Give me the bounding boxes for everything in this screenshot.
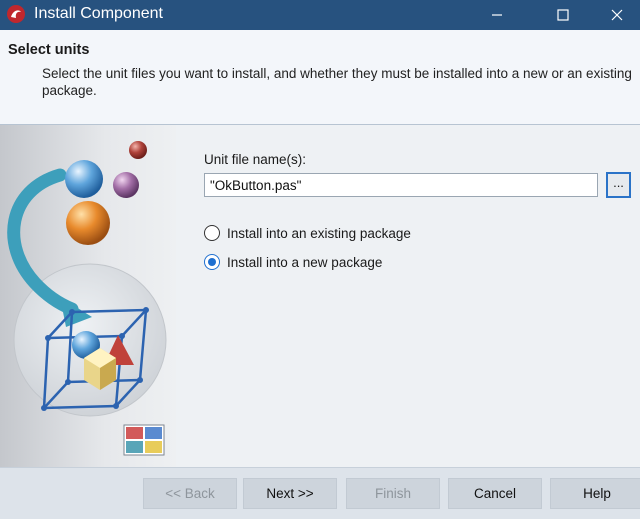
wizard-header: Select units Select the unit files you w… [0, 30, 640, 125]
back-button[interactable]: << Back [143, 478, 237, 509]
help-button[interactable]: Help [550, 478, 640, 509]
wizard-illustration [0, 125, 176, 467]
wizard-footer: << Back Next >> Finish Cancel Help [0, 467, 640, 519]
unit-file-label: Unit file name(s): [204, 152, 307, 167]
title-bar: Install Component [0, 0, 640, 30]
radio-unchecked-icon [204, 225, 220, 241]
page-title: Select units [8, 42, 90, 58]
radio-existing-package[interactable]: Install into an existing package [204, 225, 411, 241]
radio-existing-label: Install into an existing package [227, 225, 411, 241]
maximize-icon [557, 9, 569, 21]
close-icon [611, 9, 623, 21]
radio-new-label: Install into a new package [227, 254, 383, 270]
next-button[interactable]: Next >> [243, 478, 337, 509]
minimize-button[interactable] [474, 0, 520, 30]
window-title: Install Component [34, 5, 163, 22]
maximize-button[interactable] [540, 0, 586, 30]
close-button[interactable] [594, 0, 640, 30]
radio-checked-icon [204, 254, 220, 270]
options-panel: Unit file name(s): ... Install into an e… [176, 125, 640, 467]
unit-file-input[interactable] [204, 173, 598, 197]
finish-button[interactable]: Finish [346, 478, 440, 509]
page-description: Select the unit files you want to instal… [42, 66, 632, 98]
radio-new-package[interactable]: Install into a new package [204, 254, 382, 270]
minimize-icon [492, 14, 502, 16]
browse-button[interactable]: ... [606, 172, 631, 198]
app-icon [6, 4, 26, 24]
cancel-button[interactable]: Cancel [448, 478, 542, 509]
